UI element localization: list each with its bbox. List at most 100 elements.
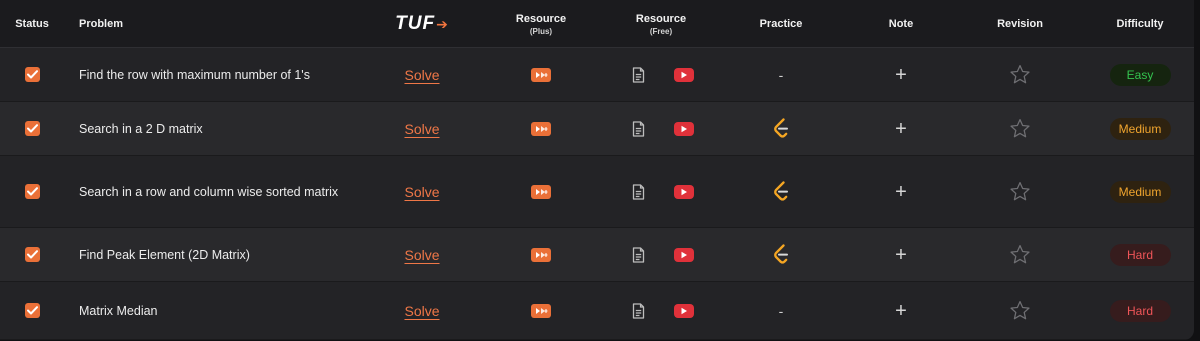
header-revision: Revision: [970, 0, 1070, 48]
article-icon[interactable]: [632, 120, 645, 137]
status-cell: [24, 228, 40, 281]
status-cell: [24, 282, 40, 339]
header-resource-free-sub: (Free): [649, 26, 673, 36]
article-cell: [628, 48, 648, 101]
youtube-icon[interactable]: [674, 121, 694, 136]
add-note-button[interactable]: +: [895, 65, 907, 85]
difficulty-badge: Medium: [1109, 180, 1171, 203]
resource-plus-cell: [521, 48, 561, 101]
practice-cell: [761, 228, 801, 281]
table-row: Search in a row and column wise sorted m…: [0, 156, 1194, 228]
star-icon[interactable]: [1009, 118, 1031, 139]
status-checkbox[interactable]: [24, 184, 40, 199]
check-icon: [26, 306, 38, 315]
tuf-logo: TUF ➔: [395, 13, 449, 35]
add-note-button[interactable]: +: [895, 182, 907, 202]
table-row: Find the row with maximum number of 1's S…: [0, 48, 1194, 102]
problem-name: Find the row with maximum number of 1's: [79, 67, 310, 82]
leetcode-icon[interactable]: [772, 180, 790, 203]
youtube-cell: [668, 48, 700, 101]
youtube-icon[interactable]: [674, 184, 694, 199]
note-cell: +: [881, 228, 921, 281]
solve-link[interactable]: Solve: [404, 303, 439, 319]
solve-link[interactable]: Solve: [404, 247, 439, 263]
tuf-logo-text: TUF: [395, 13, 436, 34]
practice-cell: -: [761, 48, 801, 101]
check-icon: [26, 70, 38, 79]
practice-cell: [761, 156, 801, 227]
youtube-icon[interactable]: [674, 67, 694, 82]
practice-cell: -: [761, 282, 801, 339]
status-cell: [24, 48, 40, 101]
solve-link[interactable]: Solve: [404, 67, 439, 83]
star-icon[interactable]: [1009, 244, 1031, 265]
practice-cell: [761, 102, 801, 155]
problem-name: Matrix Median: [79, 303, 158, 318]
difficulty-cell: Medium: [1100, 102, 1180, 155]
youtube-cell: [668, 282, 700, 339]
difficulty-cell: Hard: [1100, 282, 1180, 339]
status-checkbox[interactable]: [24, 303, 40, 318]
difficulty-cell: Hard: [1100, 228, 1180, 281]
article-icon[interactable]: [632, 302, 645, 319]
resource-plus-cell: [521, 102, 561, 155]
practice-none: -: [778, 66, 784, 83]
note-cell: +: [881, 156, 921, 227]
header-status: Status: [0, 0, 64, 48]
plus-video-icon[interactable]: [531, 303, 551, 318]
youtube-icon[interactable]: [674, 303, 694, 318]
leetcode-icon[interactable]: [772, 243, 790, 266]
plus-video-icon[interactable]: [531, 247, 551, 262]
revision-cell: [1000, 282, 1040, 339]
status-checkbox[interactable]: [24, 67, 40, 82]
add-note-button[interactable]: +: [895, 119, 907, 139]
star-icon[interactable]: [1009, 181, 1031, 202]
header-resource-plus-label: Resource: [515, 12, 567, 25]
problem-name: Find Peak Element (2D Matrix): [79, 247, 250, 262]
revision-cell: [1000, 228, 1040, 281]
add-note-button[interactable]: +: [895, 301, 907, 321]
youtube-icon[interactable]: [674, 247, 694, 262]
difficulty-badge: Hard: [1109, 243, 1171, 266]
solve-cell: Solve: [382, 48, 462, 101]
table-row: Find Peak Element (2D Matrix) Solve + Hard: [0, 228, 1194, 282]
solve-link[interactable]: Solve: [404, 121, 439, 137]
solve-cell: Solve: [382, 156, 462, 227]
status-cell: [24, 156, 40, 227]
header-problem-label: Problem: [79, 18, 124, 30]
revision-cell: [1000, 156, 1040, 227]
note-cell: +: [881, 102, 921, 155]
revision-cell: [1000, 48, 1040, 101]
star-icon[interactable]: [1009, 300, 1031, 321]
star-icon[interactable]: [1009, 64, 1031, 85]
plus-video-icon[interactable]: [531, 67, 551, 82]
article-icon[interactable]: [632, 66, 645, 83]
header-difficulty-label: Difficulty: [1116, 18, 1164, 30]
header-difficulty: Difficulty: [1090, 0, 1190, 48]
header-status-label: Status: [15, 18, 49, 30]
solve-link[interactable]: Solve: [404, 184, 439, 200]
leetcode-icon[interactable]: [772, 117, 790, 140]
youtube-cell: [668, 156, 700, 227]
header-note-label: Note: [888, 18, 914, 30]
check-icon: [26, 250, 38, 259]
add-note-button[interactable]: +: [895, 245, 907, 265]
revision-cell: [1000, 102, 1040, 155]
header-tuf: TUF ➔: [362, 0, 482, 48]
check-icon: [26, 187, 38, 196]
solve-cell: Solve: [382, 102, 462, 155]
difficulty-cell: Easy: [1100, 48, 1180, 101]
article-icon[interactable]: [632, 246, 645, 263]
status-checkbox[interactable]: [24, 247, 40, 262]
article-cell: [628, 156, 648, 227]
header-resource-plus: Resource (Plus): [491, 0, 591, 48]
plus-video-icon[interactable]: [531, 121, 551, 136]
header-resource-free: Resource (Free): [611, 0, 711, 48]
resource-plus-cell: [521, 156, 561, 227]
status-checkbox[interactable]: [24, 121, 40, 136]
article-icon[interactable]: [632, 183, 645, 200]
problem-name: Search in a row and column wise sorted m…: [79, 184, 339, 199]
header-note: Note: [851, 0, 951, 48]
resource-plus-cell: [521, 282, 561, 339]
plus-video-icon[interactable]: [531, 184, 551, 199]
